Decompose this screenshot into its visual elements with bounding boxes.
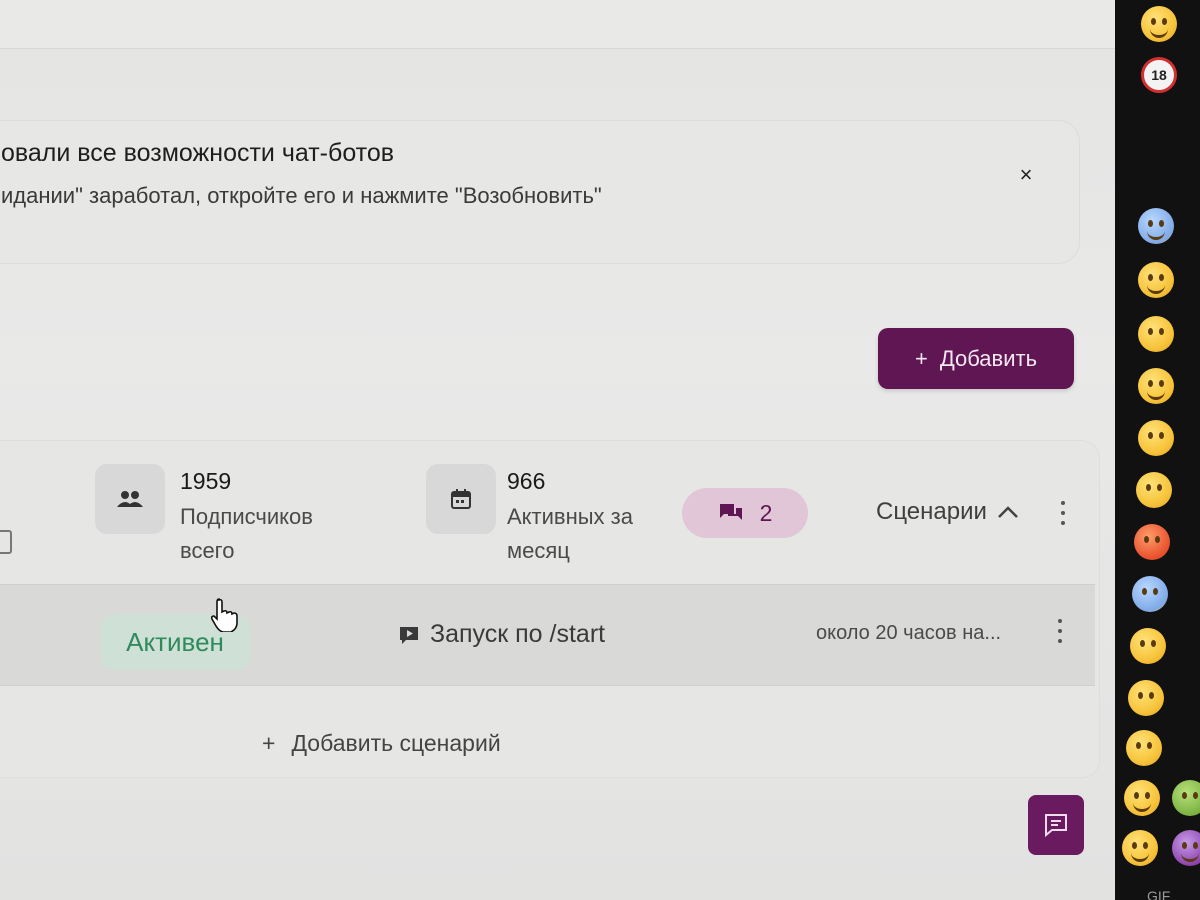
smile-emoji[interactable] [1138, 262, 1174, 298]
woozy-emoji[interactable] [1124, 780, 1160, 816]
cowboy-emoji[interactable] [1122, 830, 1158, 866]
message-icon [1045, 814, 1067, 838]
disappointed-emoji[interactable] [1138, 420, 1174, 456]
calendar-icon [426, 464, 496, 534]
kissing-emoji[interactable] [1138, 316, 1174, 352]
tired-emoji[interactable] [1136, 472, 1172, 508]
add-scenario-button[interactable]: + Добавить сценарий [262, 730, 501, 757]
chats-button[interactable]: 2 [682, 488, 808, 538]
smiling-devil-emoji[interactable] [1172, 830, 1200, 866]
hand-cursor-icon [210, 598, 240, 637]
scenario-menu-icon[interactable] [1053, 619, 1067, 643]
subscribers-count: 1959 [180, 468, 232, 494]
add-bot-button[interactable]: + Добавить [878, 328, 1074, 389]
add-scenario-label: Добавить сценарий [291, 730, 501, 756]
chevron-up-icon [998, 506, 1018, 518]
no-under-18-emoji[interactable]: 18 [1141, 57, 1177, 93]
close-icon[interactable]: × [1014, 163, 1038, 187]
info-notice: овали все возможности чат-ботов идании" … [0, 120, 1080, 264]
subscribers-label: Подписчиков всего [180, 504, 313, 563]
scenarios-label: Сценарии [876, 498, 987, 525]
plus-icon: + [262, 730, 276, 756]
anxious-emoji[interactable] [1132, 576, 1168, 612]
top-bar [0, 0, 1115, 49]
copy-icon[interactable] [0, 530, 12, 554]
scenario-trigger-label: Запуск по /start [430, 620, 606, 648]
chat-icon [719, 504, 742, 520]
add-bot-label: Добавить [939, 345, 1038, 371]
bot-menu-icon[interactable] [1056, 501, 1070, 525]
notice-text: идании" заработал, откройте его и нажмит… [1, 183, 602, 208]
chats-count: 2 [759, 499, 773, 526]
gif-tab[interactable]: GIF [1147, 888, 1170, 900]
scenario-trigger[interactable]: Запуск по /start [398, 620, 605, 649]
notice-title: овали все возможности чат-ботов [1, 139, 395, 167]
play-icon [400, 626, 418, 644]
hand-over-mouth-emoji[interactable] [1130, 628, 1166, 664]
active-count: 966 [507, 468, 546, 494]
scenario-updated: около 20 часов на... [816, 622, 1002, 644]
active-label: Активных за месяц [507, 504, 633, 563]
angry-emoji[interactable] [1134, 524, 1170, 560]
astonished-emoji[interactable] [1128, 680, 1164, 716]
grinning-emoji[interactable] [1141, 6, 1177, 42]
nauseated-emoji[interactable] [1172, 780, 1200, 816]
yawning-emoji[interactable] [1126, 730, 1162, 766]
app-screen: овали все возможности чат-ботов идании" … [0, 0, 1115, 900]
people-icon [95, 464, 165, 534]
scenarios-toggle[interactable]: Сценарии [876, 498, 1019, 526]
monocle-emoji[interactable] [1138, 368, 1174, 404]
sweat-smile-emoji[interactable] [1138, 208, 1174, 244]
support-chat-button[interactable] [1028, 795, 1084, 855]
plus-icon: + [914, 345, 928, 371]
